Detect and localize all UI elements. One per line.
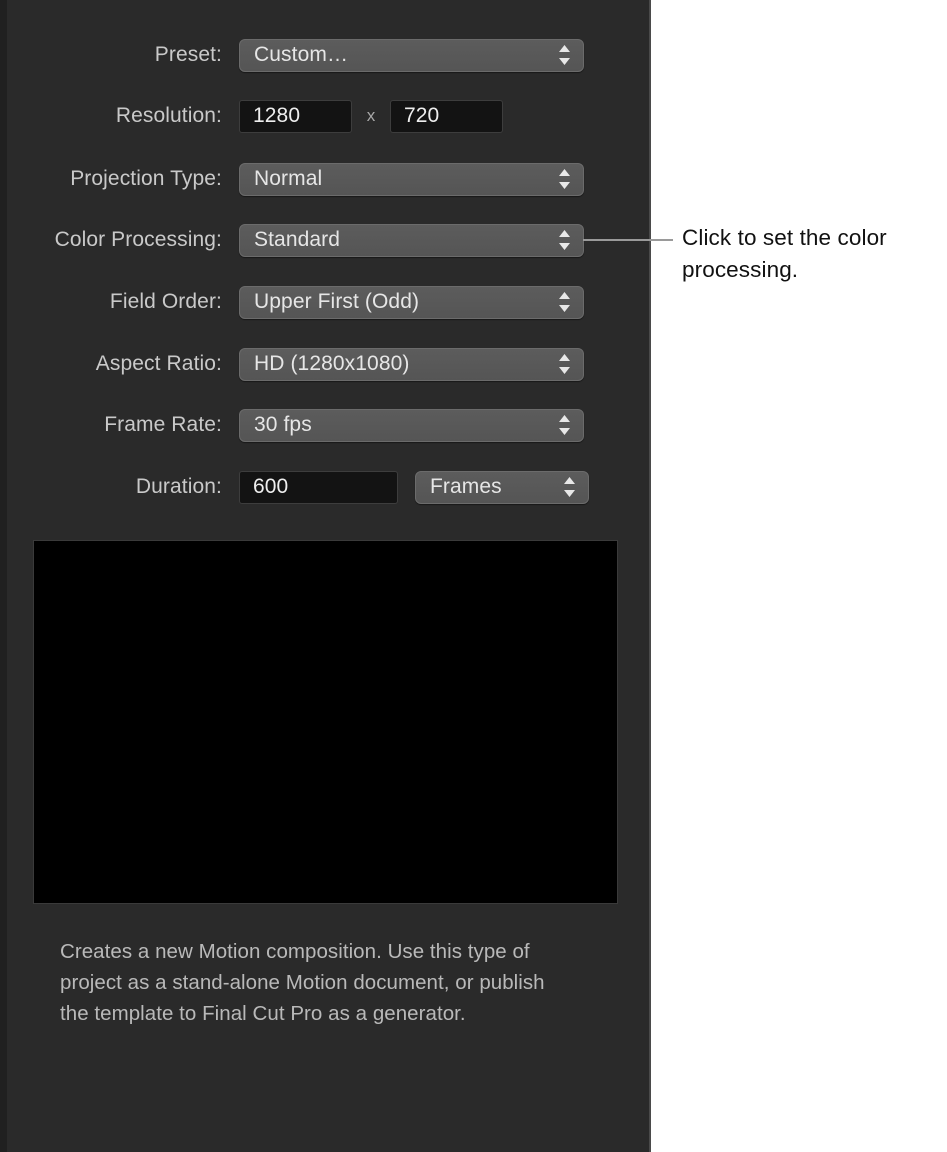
aspect-ratio-popup-value: HD (1280x1080) (254, 352, 410, 375)
row-color-processing: Color Processing: Standard (0, 223, 640, 257)
label-duration: Duration: (135, 475, 222, 498)
resolution-height-input[interactable]: 720 (390, 99, 503, 133)
project-preview-thumbnail (33, 540, 618, 904)
chevron-up-down-icon (557, 228, 572, 253)
callout-leader-line (583, 239, 673, 241)
duration-value: 600 (253, 475, 289, 498)
preset-popup-button[interactable]: Custom… (239, 38, 584, 72)
projection-type-popup-button[interactable]: Normal (239, 162, 584, 196)
resolution-width-value: 1280 (253, 104, 301, 127)
frame-rate-popup-value: 30 fps (254, 413, 312, 436)
label-aspect-ratio: Aspect Ratio: (95, 352, 222, 375)
label-preset: Preset: (154, 43, 222, 66)
aspect-ratio-popup-button[interactable]: HD (1280x1080) (239, 347, 584, 381)
label-color-processing: Color Processing: (54, 228, 222, 251)
row-aspect-ratio: Aspect Ratio: HD (1280x1080) (0, 347, 640, 381)
chevron-up-down-icon (562, 475, 577, 500)
resolution-separator: x (366, 106, 376, 125)
chevron-up-down-icon (557, 43, 572, 68)
color-processing-popup-value: Standard (254, 228, 341, 251)
duration-units-popup-button[interactable]: Frames (415, 470, 589, 504)
resolution-width-input[interactable]: 1280 (239, 99, 352, 133)
row-preset: Preset: Custom… (0, 38, 640, 72)
frame-rate-popup-button[interactable]: 30 fps (239, 408, 584, 442)
chevron-up-down-icon (557, 167, 572, 192)
duration-units-popup-value: Frames (430, 475, 502, 498)
row-projection-type: Projection Type: Normal (0, 162, 640, 196)
label-projection-type: Projection Type: (70, 167, 222, 190)
label-field-order: Field Order: (109, 290, 222, 313)
preset-popup-value: Custom… (254, 43, 349, 66)
label-frame-rate: Frame Rate: (104, 413, 222, 436)
duration-input[interactable]: 600 (239, 470, 398, 504)
row-frame-rate: Frame Rate: 30 fps (0, 408, 640, 442)
row-field-order: Field Order: Upper First (Odd) (0, 285, 640, 319)
resolution-height-value: 720 (404, 104, 440, 127)
chevron-up-down-icon (557, 413, 572, 438)
callout-text: Click to set the color processing. (682, 225, 887, 282)
row-duration: Duration: 600 Frames (0, 470, 640, 504)
row-resolution: Resolution: 1280 x 720 (0, 99, 640, 133)
project-description-text: Creates a new Motion composition. Use th… (60, 940, 545, 1025)
field-order-popup-value: Upper First (Odd) (254, 290, 420, 313)
label-resolution: Resolution: (115, 104, 222, 127)
chevron-up-down-icon (557, 352, 572, 377)
project-settings-panel: Preset: Custom… Resolution: 1280 x 720 P… (0, 0, 651, 1152)
chevron-up-down-icon (557, 290, 572, 315)
panel-right-edge (649, 0, 651, 1152)
field-order-popup-button[interactable]: Upper First (Odd) (239, 285, 584, 319)
projection-type-popup-value: Normal (254, 167, 323, 190)
color-processing-popup-button[interactable]: Standard (239, 223, 584, 257)
